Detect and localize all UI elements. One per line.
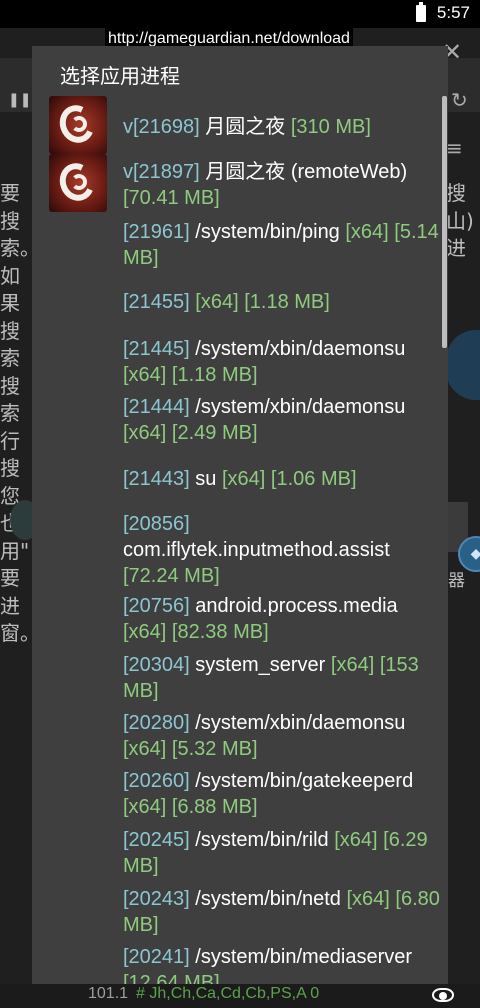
background-text-right: 搜 山) 进 xyxy=(446,181,474,260)
process-item[interactable]: [20756] android.process.media [x64] [82.… xyxy=(123,593,441,645)
battery-icon xyxy=(416,2,426,22)
eye-icon[interactable] xyxy=(432,988,454,1002)
process-item[interactable]: [20243] /system/bin/netd [x64] [6.80 MB] xyxy=(123,886,441,938)
select-process-dialog: 选择应用进程 v[21698] 月圆之夜 [310 MB] v[21897] 月… xyxy=(32,46,448,986)
background-label: 器 xyxy=(448,571,465,591)
process-item[interactable]: [20280] /system/xbin/daemonsu [x64] [5.3… xyxy=(123,710,441,762)
process-item[interactable]: v[21698] 月圆之夜 [310 MB] xyxy=(123,114,441,140)
process-item[interactable]: [20856] com.iflytek.inputmethod.assist [72… xyxy=(123,511,441,589)
background-text-left: 要搜 索。 如果 搜索 搜索 行搜 您也 用" 要进 窗。 xyxy=(0,181,40,645)
process-item[interactable]: [20245] /system/bin/rild [x64] [6.29 MB] xyxy=(123,827,441,879)
app-icon xyxy=(49,154,107,212)
app-icon xyxy=(49,96,107,154)
process-item[interactable]: [20304] system_server [x64] [153 MB] xyxy=(123,652,441,704)
status-bar: 5:57 xyxy=(0,0,480,28)
bottom-value: 101.1 xyxy=(88,985,129,1002)
scrollbar[interactable] xyxy=(442,96,447,348)
status-time: 5:57 xyxy=(436,3,470,22)
process-item[interactable]: [21444] /system/xbin/daemonsu [x64] [2.4… xyxy=(123,394,441,446)
search-types-label[interactable]: # Jh,Ch,Ca,Cd,Cb,PS,A 0 xyxy=(136,985,319,1003)
refresh-icon[interactable]: ↻ xyxy=(451,88,468,112)
dialog-title: 选择应用进程 xyxy=(60,64,180,88)
process-item[interactable]: [21445] /system/xbin/daemonsu [x64] [1.1… xyxy=(123,336,441,388)
process-item[interactable]: [20260] /system/bin/gatekeeperd [x64] [6… xyxy=(123,768,441,820)
process-item[interactable]: [21443] su [x64] [1.06 MB] xyxy=(123,466,441,492)
process-item[interactable]: [21961] /system/bin/ping [x64] [5.14 MB] xyxy=(123,219,441,271)
process-item[interactable]: [20241] /system/bin/mediaserver [12.64 M… xyxy=(123,944,441,986)
process-item[interactable]: v[21897] 月圆之夜 (remoteWeb) [70.41 MB] xyxy=(123,159,441,211)
menu-icon[interactable]: ≡ xyxy=(446,136,463,160)
pause-icon: ❚❚ xyxy=(8,92,32,108)
process-item[interactable]: [21455] [x64] [1.18 MB] xyxy=(123,289,441,315)
